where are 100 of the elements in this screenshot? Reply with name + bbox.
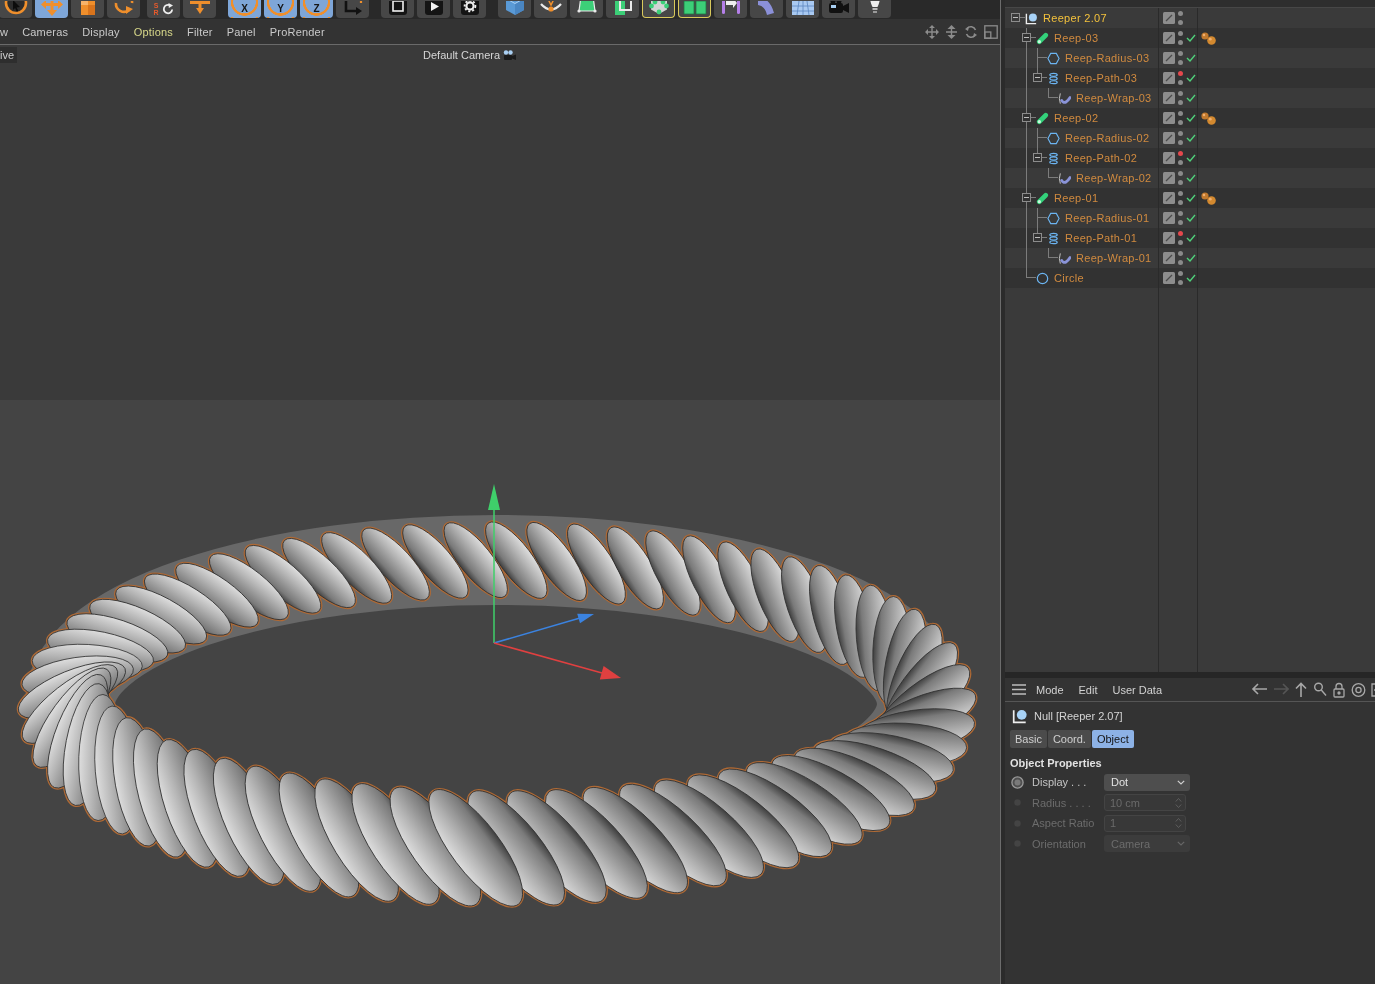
slashed-square-icon[interactable] <box>1163 32 1175 44</box>
render-settings-tool-button[interactable] <box>453 0 486 18</box>
move-view-icon[interactable] <box>925 24 939 39</box>
menu-item[interactable]: Panel <box>226 25 256 38</box>
tab[interactable]: Coord. <box>1047 730 1091 748</box>
axis-lock-button[interactable]: Z <box>300 0 333 18</box>
subdivision-tool-button[interactable] <box>570 0 603 18</box>
status-dot-icon[interactable] <box>1178 131 1183 136</box>
object-row[interactable]: Reep-Path-02 <box>1005 148 1375 168</box>
checkmark-icon[interactable] <box>1186 54 1196 62</box>
status-dot-icon[interactable] <box>1178 200 1183 205</box>
collapse-toggle[interactable] <box>1033 153 1042 162</box>
status-dot-icon[interactable] <box>1178 220 1183 225</box>
checkmark-icon[interactable] <box>1186 214 1196 222</box>
status-dot-icon[interactable] <box>1178 231 1183 236</box>
checkmark-icon[interactable] <box>1186 154 1196 162</box>
collapse-toggle[interactable] <box>1022 193 1031 202</box>
checkmark-icon[interactable] <box>1186 74 1196 82</box>
spheres-tag-icon[interactable] <box>1201 111 1216 125</box>
status-dot-icon[interactable] <box>1178 120 1183 125</box>
slashed-square-icon[interactable] <box>1163 52 1175 64</box>
status-dot-icon[interactable] <box>1178 191 1183 196</box>
status-dot-icon[interactable] <box>1178 71 1183 76</box>
slashed-square-icon[interactable] <box>1163 232 1175 244</box>
spheres-tag-icon[interactable] <box>1201 31 1216 45</box>
cube-tool-button[interactable] <box>498 0 531 18</box>
status-dot-icon[interactable] <box>1178 160 1183 165</box>
slashed-square-icon[interactable] <box>1163 92 1175 104</box>
status-dot-icon[interactable] <box>1178 60 1183 65</box>
status-dot-icon[interactable] <box>1178 260 1183 265</box>
slashed-square-icon[interactable] <box>1163 272 1175 284</box>
slashed-square-icon[interactable] <box>1163 72 1175 84</box>
axis-lock-button[interactable]: X <box>228 0 261 18</box>
status-dot-icon[interactable] <box>1178 240 1183 245</box>
up-arrow-icon[interactable] <box>1294 681 1308 698</box>
transform-tool-button[interactable] <box>183 0 216 18</box>
menu-item[interactable]: ProRender <box>269 25 325 38</box>
collapse-toggle[interactable] <box>1033 73 1042 82</box>
pen-tool-button[interactable] <box>534 0 567 18</box>
object-row[interactable]: Reep-Path-03 <box>1005 68 1375 88</box>
status-dot-icon[interactable] <box>1178 111 1183 116</box>
rotate-tool-button[interactable] <box>107 0 140 18</box>
extrude-tool-button[interactable] <box>606 0 639 18</box>
status-dot-icon[interactable] <box>1178 20 1183 25</box>
search-icon[interactable] <box>1313 681 1327 698</box>
status-dot-icon[interactable] <box>1178 51 1183 56</box>
keyframe-ring-icon[interactable] <box>1011 775 1024 789</box>
status-dot-icon[interactable] <box>1178 11 1183 16</box>
checkmark-icon[interactable] <box>1186 174 1196 182</box>
camera-tool-button[interactable] <box>822 0 855 18</box>
axis-lock-button[interactable]: Y <box>264 0 297 18</box>
slashed-square-icon[interactable] <box>1163 152 1175 164</box>
status-dot-icon[interactable] <box>1178 180 1183 185</box>
checkmark-icon[interactable] <box>1186 234 1196 242</box>
collapse-toggle[interactable] <box>1022 113 1031 122</box>
status-dot-icon[interactable] <box>1178 171 1183 176</box>
collapse-toggle[interactable] <box>1011 13 1020 22</box>
checkmark-icon[interactable] <box>1186 134 1196 142</box>
status-dot-icon[interactable] <box>1178 91 1183 96</box>
slashed-square-icon[interactable] <box>1163 212 1175 224</box>
menu-icon[interactable] <box>1012 684 1026 695</box>
status-dot-icon[interactable] <box>1178 211 1183 216</box>
slashed-square-icon[interactable] <box>1163 192 1175 204</box>
slashed-square-icon[interactable] <box>1163 172 1175 184</box>
object-row[interactable]: Circle <box>1005 268 1375 288</box>
checkmark-icon[interactable] <box>1186 34 1196 42</box>
slashed-square-icon[interactable] <box>1163 252 1175 264</box>
checkmark-icon[interactable] <box>1186 254 1196 262</box>
floor-tool-button[interactable] <box>786 0 819 18</box>
maximize-view-icon[interactable] <box>984 24 998 39</box>
collapse-toggle[interactable] <box>1022 33 1031 42</box>
up-down-arrow-icon[interactable] <box>945 24 958 39</box>
status-dot-icon[interactable] <box>1178 31 1183 36</box>
checkmark-icon[interactable] <box>1186 274 1196 282</box>
slashed-square-icon[interactable] <box>1163 112 1175 124</box>
panel-edge-icon[interactable] <box>1371 681 1375 698</box>
menu-item[interactable]: Options <box>133 25 173 38</box>
status-dot-icon[interactable] <box>1178 271 1183 276</box>
spheres-tag-icon[interactable] <box>1201 191 1216 205</box>
menu-item[interactable]: User Data <box>1112 683 1163 696</box>
select-dropdown[interactable]: Dot <box>1104 773 1190 791</box>
menu-item[interactable]: Edit <box>1078 683 1098 696</box>
lock-icon[interactable] <box>1332 681 1346 698</box>
cloner-tool-button[interactable] <box>642 0 675 18</box>
menu-item[interactable]: Mode <box>1036 683 1064 696</box>
render-view-tool-button[interactable] <box>381 0 414 18</box>
fracture-tool-button[interactable] <box>678 0 711 18</box>
status-dot-icon[interactable] <box>1178 80 1183 85</box>
slashed-square-icon[interactable] <box>1163 132 1175 144</box>
menu-item[interactable]: w <box>0 25 9 38</box>
menu-item[interactable]: Cameras <box>22 25 69 38</box>
target-icon[interactable] <box>1351 681 1366 698</box>
status-dot-icon[interactable] <box>1178 251 1183 256</box>
deformer-tool-button[interactable] <box>714 0 747 18</box>
object-row[interactable]: Reep-02 <box>1005 108 1375 128</box>
live-selection-tool-button[interactable] <box>0 0 32 18</box>
tab[interactable]: Basic <box>1010 730 1047 748</box>
status-dot-icon[interactable] <box>1178 100 1183 105</box>
status-dot-icon[interactable] <box>1178 151 1183 156</box>
object-row[interactable]: Reep-01 <box>1005 188 1375 208</box>
